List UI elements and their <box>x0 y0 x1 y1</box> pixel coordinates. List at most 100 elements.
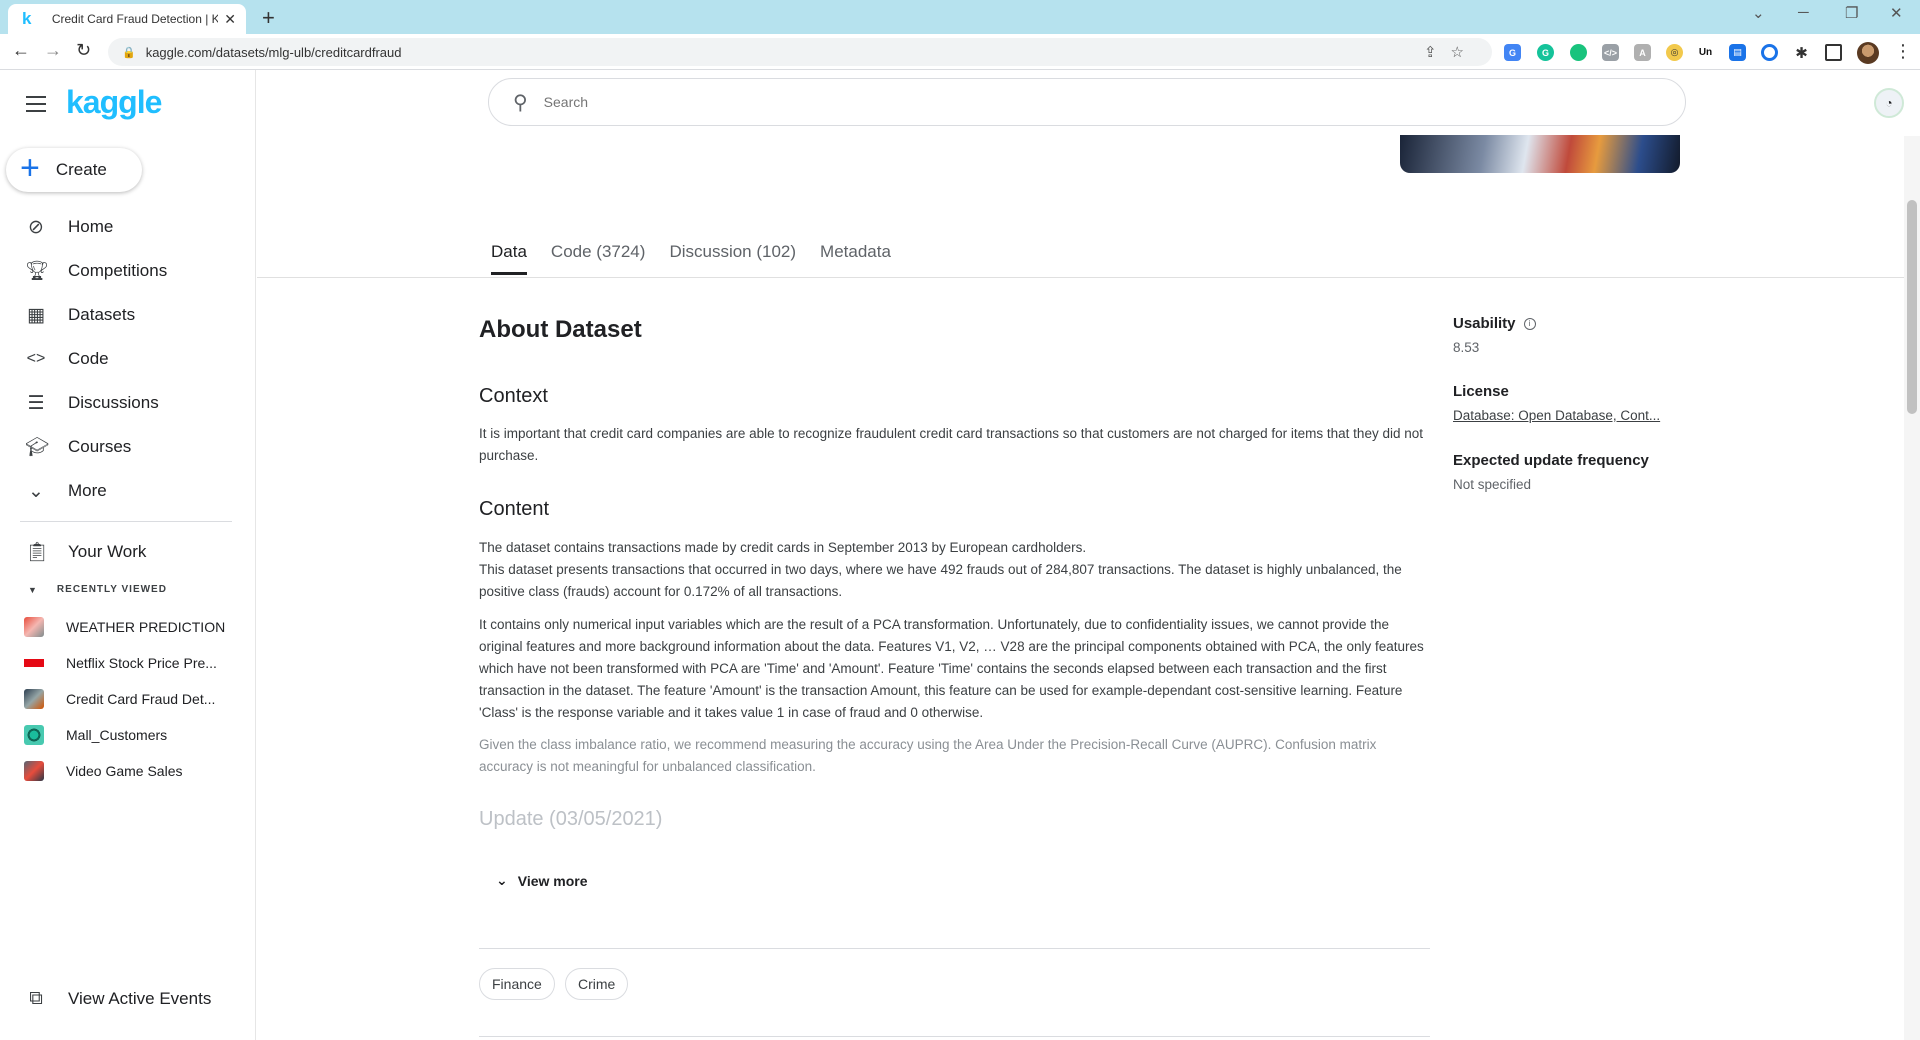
grammarly-extension-icon[interactable]: G <box>1537 44 1554 61</box>
url-text: kaggle.com/datasets/mlg-ulb/creditcardfr… <box>145 44 402 60</box>
about-dataset-title: About Dataset <box>479 316 642 343</box>
recent-item[interactable]: Credit Card Fraud Det... <box>24 687 215 711</box>
kaggle-sidebar: kaggle + Create ⊘ Home 🏆︎ Competitions ▦… <box>0 70 256 1040</box>
content-heading: Content <box>479 498 550 520</box>
create-button[interactable]: + Create <box>6 148 142 192</box>
usability-label: Usability i <box>1453 315 1536 332</box>
sidebar-item-more[interactable]: ⌄ More <box>0 473 256 509</box>
tab-metadata[interactable]: Metadata <box>820 242 891 275</box>
code-extension-icon[interactable]: </> <box>1602 44 1619 61</box>
kaggle-logo[interactable]: kaggle <box>66 84 162 121</box>
content-paragraph-1b: This dataset presents transactions that … <box>479 562 1402 599</box>
tabs-divider <box>257 277 1920 278</box>
content-paragraph-3: Given the class imbalance ratio, we reco… <box>479 737 1377 774</box>
recent-item[interactable]: Video Game Sales <box>24 759 182 783</box>
sidebar-item-datasets[interactable]: ▦ Datasets <box>0 297 256 333</box>
compass-icon: ⊘ <box>28 216 44 238</box>
dataset-header-image <box>1400 135 1680 173</box>
tab-code[interactable]: Code (3724) <box>551 242 646 275</box>
tab-data[interactable]: Data <box>491 242 527 275</box>
sidebar-item-label: Home <box>68 217 114 236</box>
table-icon: ▦ <box>27 304 45 326</box>
back-icon[interactable]: ← <box>12 40 30 61</box>
green-extension-icon[interactable] <box>1570 44 1587 61</box>
sidebar-item-home[interactable]: ⊘ Home <box>0 209 256 245</box>
sidebar-item-label: Discussions <box>68 393 159 412</box>
puzzle-extensions-icon[interactable]: ✱ <box>1793 44 1810 62</box>
un-extension-icon[interactable]: Un <box>1697 44 1714 61</box>
sidebar-item-label: Competitions <box>68 261 168 280</box>
window-close-icon[interactable]: ✕ <box>1890 4 1903 22</box>
view-more-label: View more <box>517 872 588 889</box>
circle-extension-icon[interactable] <box>1761 44 1778 61</box>
sidebar-item-competitions[interactable]: 🏆︎ Competitions <box>0 253 256 289</box>
view-active-events-link[interactable]: ⧉ View Active Events <box>0 988 211 1010</box>
recent-item[interactable]: WEATHER PREDICTION <box>24 615 225 639</box>
search-input[interactable] <box>543 94 1544 110</box>
chevron-down-icon: ⌄ <box>496 872 508 888</box>
code-icon: <> <box>26 350 46 367</box>
dataset-thumbnail <box>24 689 44 709</box>
content-paragraph-2: It contains only numerical input variabl… <box>479 617 1424 720</box>
dataset-thumbnail <box>24 725 44 745</box>
sidebar-item-discussions[interactable]: ☰ Discussions <box>0 385 256 421</box>
blue-extension-icon[interactable]: ▤ <box>1729 44 1746 61</box>
content-paragraph-1a: The dataset contains transactions made b… <box>479 540 1087 555</box>
recent-item-name: Mall_Customers <box>66 727 168 743</box>
recent-item-name: Credit Card Fraud Det... <box>66 691 216 707</box>
yellow-extension-icon[interactable]: ◎ <box>1666 44 1683 61</box>
new-tab-icon[interactable]: + <box>262 5 275 31</box>
license-value[interactable]: Database: Open Database, Cont... <box>1453 408 1660 423</box>
plus-icon: + <box>20 148 40 187</box>
view-more-button[interactable]: ⌄ View more <box>496 872 588 889</box>
recently-viewed-header[interactable]: ▼ RECENTLY VIEWED <box>28 584 167 595</box>
browser-menu-icon[interactable]: ⋮ <box>1894 41 1912 62</box>
dataset-thumbnail <box>24 653 44 673</box>
license-label: License <box>1453 383 1509 400</box>
browser-tab[interactable]: k Credit Card Fraud Detection | Kaggle ✕ <box>8 4 246 34</box>
lock-icon: 🔒 <box>122 46 136 59</box>
view-active-events-label: View Active Events <box>68 989 212 1008</box>
dataset-thumbnail <box>24 761 44 781</box>
user-avatar[interactable]: ◔ <box>1874 88 1904 118</box>
sidebar-item-label: Your Work <box>68 542 147 561</box>
info-icon[interactable]: i <box>1523 318 1536 331</box>
address-bar[interactable]: 🔒 kaggle.com/datasets/mlg-ulb/creditcard… <box>108 38 1492 66</box>
profile-avatar[interactable] <box>1857 42 1879 64</box>
kaggle-favicon-icon: k <box>22 9 32 28</box>
sidebar-item-your-work[interactable]: 📋︎ Your Work <box>0 534 256 570</box>
search-bar[interactable]: ⚲ <box>488 78 1686 126</box>
recent-item[interactable]: Mall_Customers <box>24 723 167 747</box>
tag-finance[interactable]: Finance <box>479 968 555 1000</box>
sidebar-item-label: Code <box>68 349 109 368</box>
menu-icon[interactable] <box>26 96 46 117</box>
recently-viewed-label: RECENTLY VIEWED <box>56 584 167 595</box>
license-link[interactable]: Database: Open Database, Cont... <box>1453 408 1660 423</box>
sidebar-item-label: Courses <box>68 437 132 456</box>
comments-icon: ☰ <box>27 392 45 414</box>
stacked-windows-icon: ⧉ <box>29 988 43 1009</box>
content-divider <box>479 948 1430 949</box>
browser-toolbar: ← → ↻ 🔒 kaggle.com/datasets/mlg-ulb/cred… <box>0 34 1920 70</box>
reload-icon[interactable]: ↻ <box>76 40 91 61</box>
caret-down-icon: ▼ <box>28 584 37 595</box>
sidebar-item-courses[interactable]: 🎓︎ Courses <box>0 429 256 465</box>
restore-icon[interactable]: ❐ <box>1845 4 1858 22</box>
tab-search-icon[interactable]: ⌄ <box>1752 4 1765 22</box>
update-frequency-value: Not specified <box>1453 477 1532 492</box>
dataset-tabs: Data Code (3724) Discussion (102) Metada… <box>491 242 915 275</box>
grey-extension-icon[interactable]: A <box>1634 44 1651 61</box>
tag-crime[interactable]: Crime <box>565 968 629 1000</box>
sidebar-item-code[interactable]: <> Code <box>0 341 256 377</box>
scrollbar-thumb[interactable] <box>1907 200 1917 414</box>
side-panel-icon[interactable] <box>1825 44 1842 61</box>
usability-value: 8.53 <box>1453 340 1480 355</box>
recent-item[interactable]: Netflix Stock Price Pre... <box>24 651 217 675</box>
close-tab-icon[interactable]: ✕ <box>224 11 236 28</box>
tab-discussion[interactable]: Discussion (102) <box>669 242 796 275</box>
share-icon[interactable]: ⇪☆ <box>1424 43 1478 61</box>
recent-item-name: Video Game Sales <box>66 763 183 779</box>
translate-extension-icon[interactable]: G <box>1504 44 1521 61</box>
minimize-icon[interactable]: ─ <box>1798 4 1809 21</box>
forward-icon[interactable]: → <box>44 40 62 61</box>
